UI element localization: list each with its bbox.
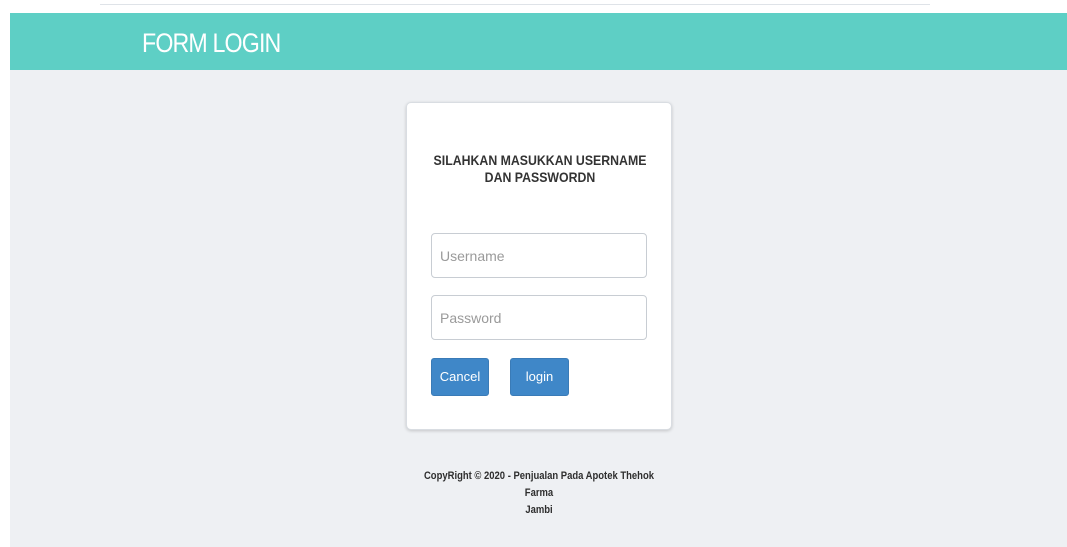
login-heading: SILAHKAN MASUKKAN USERNAME DAN PASSWORDN [423,152,657,186]
login-card: SILAHKAN MASUKKAN USERNAME DAN PASSWORDN… [406,102,672,430]
login-heading-line-1: SILAHKAN MASUKKAN USERNAME [433,152,647,168]
header-bar: FORM LOGIN [10,13,1067,70]
username-input[interactable] [431,233,647,278]
copyright-footer: CopyRight © 2020 - Penjualan Pada Apotek… [424,468,654,519]
content-area: FORM LOGIN SILAHKAN MASUKKAN USERNAME DA… [10,13,1067,547]
password-input[interactable] [431,295,647,340]
login-heading-line-2: DAN PASSWORDN [484,169,596,185]
copyright-line-1: CopyRight © 2020 - Penjualan Pada Apotek… [423,470,655,499]
login-page: FORM LOGIN SILAHKAN MASUKKAN USERNAME DA… [0,0,1067,547]
page-title: FORM LOGIN [142,28,281,58]
copyright-line-2: Jambi [525,504,553,516]
login-button[interactable]: login [510,358,569,396]
top-divider [100,4,930,5]
cancel-button[interactable]: Cancel [431,358,489,396]
